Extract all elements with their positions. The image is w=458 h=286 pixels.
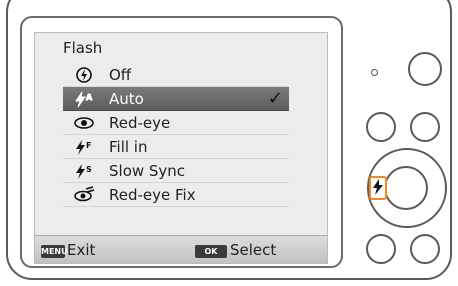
checkmark-icon: ✓: [267, 88, 283, 109]
menu-bottom-bar: MENU Exit OK Select: [35, 235, 327, 263]
menu-item-slow-sync[interactable]: S Slow Sync: [63, 159, 289, 183]
red-eye-icon: [73, 114, 95, 132]
menu-key-icon: MENU: [41, 245, 68, 258]
menu-item-off[interactable]: Off: [63, 63, 289, 87]
menu-item-label: Off: [109, 66, 132, 84]
fill-in-flash-icon: F: [73, 138, 95, 156]
menu-item-auto[interactable]: A Auto ✓: [63, 87, 289, 111]
delete-button[interactable]: [410, 234, 440, 264]
menu-item-label: Red-eye: [109, 114, 171, 132]
ok-key-icon: OK: [195, 245, 227, 258]
red-eye-fix-icon: [73, 186, 95, 204]
indicator-lamp: [371, 69, 378, 76]
svg-text:A: A: [86, 93, 93, 102]
menu-item-red-eye-fix[interactable]: Red-eye Fix: [63, 183, 289, 207]
menu-side-panel: [289, 63, 327, 235]
lcd-screen: Flash Off A Auto ✓ Red-eye F Fill in S S…: [34, 32, 328, 264]
flash-auto-icon: A: [73, 90, 95, 108]
ok-button[interactable]: [384, 166, 428, 210]
zoom-button[interactable]: [408, 52, 442, 86]
menu-button[interactable]: [366, 234, 396, 264]
home-button[interactable]: [410, 112, 440, 142]
menu-item-label: Red-eye Fix: [109, 186, 196, 204]
menu-item-fill-in[interactable]: F Fill in: [63, 135, 289, 159]
slow-sync-icon: S: [73, 162, 95, 180]
menu-title: Flash: [63, 39, 103, 57]
flash-icon: [373, 179, 383, 195]
menu-item-label: Slow Sync: [109, 162, 186, 180]
menu-item-red-eye[interactable]: Red-eye: [63, 111, 289, 135]
flash-menu-list: Off A Auto ✓ Red-eye F Fill in S Slow Sy…: [63, 63, 289, 235]
flash-off-icon: [73, 66, 95, 84]
menu-item-label: Auto: [109, 90, 144, 108]
playback-button[interactable]: [366, 112, 396, 142]
flash-button[interactable]: [369, 176, 387, 200]
exit-label[interactable]: Exit: [67, 241, 95, 259]
svg-text:S: S: [86, 165, 92, 174]
select-label[interactable]: Select: [230, 241, 276, 259]
menu-item-label: Fill in: [109, 138, 148, 156]
svg-text:F: F: [86, 141, 91, 150]
